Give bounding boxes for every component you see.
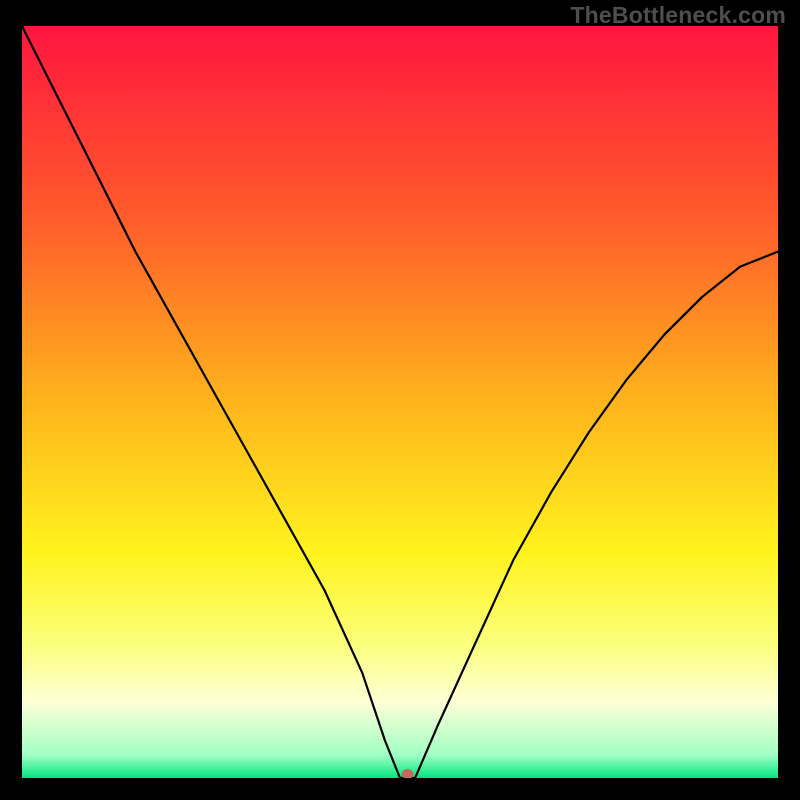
gradient-backdrop — [22, 26, 778, 778]
watermark-label: TheBottleneck.com — [570, 2, 786, 29]
plot-area — [22, 26, 778, 778]
chart-svg — [22, 26, 778, 778]
chart-frame: TheBottleneck.com — [0, 0, 800, 800]
